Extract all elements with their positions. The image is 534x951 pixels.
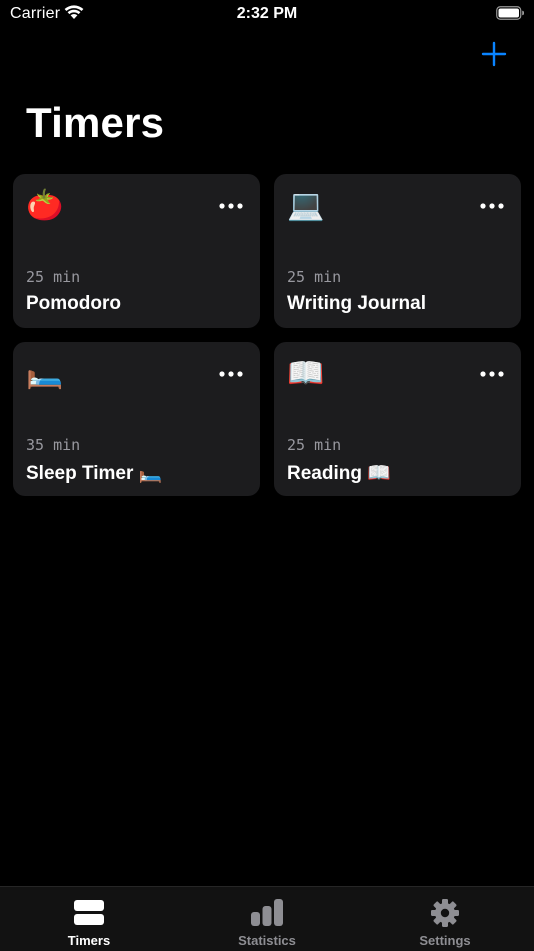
timer-duration: 35 min <box>26 436 81 454</box>
timer-card-reading[interactable]: 📖 25 min Reading 📖 <box>274 342 521 496</box>
add-timer-button[interactable] <box>478 38 510 70</box>
timer-emoji: 🍅 <box>26 188 64 223</box>
timer-card-pomodoro[interactable]: 🍅 25 min Pomodoro <box>13 174 260 328</box>
timer-duration: 25 min <box>287 268 342 286</box>
gear-icon <box>431 899 459 927</box>
tab-statistics[interactable]: Statistics <box>178 887 356 951</box>
tab-label: Statistics <box>238 933 296 948</box>
page-title: Timers <box>26 99 165 146</box>
timer-emoji: 📖 <box>287 356 325 391</box>
more-options-icon[interactable] <box>218 364 244 384</box>
plus-icon <box>481 41 507 67</box>
tab-timers[interactable]: Timers <box>0 887 178 951</box>
timer-emoji: 🛏️ <box>26 356 64 391</box>
tab-label: Settings <box>419 933 471 948</box>
more-options-icon[interactable] <box>479 196 505 216</box>
timer-name: Reading 📖 <box>287 463 391 484</box>
timer-duration: 25 min <box>26 268 81 286</box>
tab-bar: Timers Statistics Settings <box>0 886 534 951</box>
status-bar: Carrier 2:32 PM <box>0 0 534 30</box>
more-options-icon[interactable] <box>218 196 244 216</box>
timer-name: Sleep Timer 🛏️ <box>26 463 163 484</box>
timer-duration: 25 min <box>287 436 342 454</box>
more-options-icon[interactable] <box>479 364 505 384</box>
timer-card-sleep-timer[interactable]: 🛏️ 35 min Sleep Timer 🛏️ <box>13 342 260 496</box>
timer-card-writing-journal[interactable]: 💻 25 min Writing Journal <box>274 174 521 328</box>
timer-name: Writing Journal <box>287 293 426 314</box>
battery-icon <box>496 6 524 20</box>
bar-chart-icon <box>251 899 283 926</box>
tab-settings[interactable]: Settings <box>356 887 534 951</box>
status-time: 2:32 PM <box>236 5 298 22</box>
timer-name: Pomodoro <box>26 293 121 314</box>
timer-emoji: 💻 <box>287 188 325 223</box>
tab-label: Timers <box>67 933 111 948</box>
timers-icon <box>74 900 104 925</box>
